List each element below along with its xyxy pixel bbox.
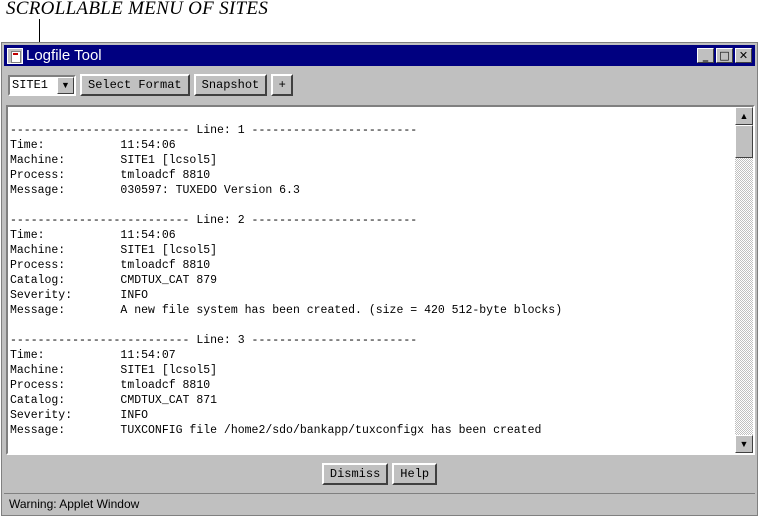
window-controls: _ □ ✕: [697, 48, 752, 63]
dialog-buttons: Dismiss Help: [2, 463, 757, 485]
log-line: Message: 030597: TUXEDO Version 6.3: [10, 184, 300, 197]
log-line: -------------------------- Line: 2 -----…: [10, 214, 418, 227]
window-title: Logfile Tool: [26, 47, 102, 64]
dismiss-button[interactable]: Dismiss: [321, 463, 389, 485]
log-line: Process: tmloadcf 8810: [10, 379, 211, 392]
logfile-tool-window: Logfile Tool _ □ ✕ SITE1 ▼ Select Format…: [1, 42, 758, 516]
help-button[interactable]: Help: [392, 463, 438, 485]
log-text: -------------------------- Line: 1 -----…: [10, 123, 562, 438]
log-line: Severity: INFO: [10, 289, 149, 302]
log-line: Machine: SITE1 [lcsol5]: [10, 244, 218, 257]
chevron-down-icon[interactable]: ▼: [57, 76, 74, 94]
minimize-button[interactable]: _: [697, 48, 714, 63]
log-line: Message: A new file system has been crea…: [10, 304, 563, 317]
site-select-value: SITE1: [12, 77, 49, 92]
site-select[interactable]: SITE1 ▼: [8, 74, 76, 96]
status-text: Warning: Applet Window: [9, 496, 140, 511]
vertical-scrollbar[interactable]: ▲ ▼: [735, 107, 753, 453]
log-line: -------------------------- Line: 1 -----…: [10, 124, 418, 137]
log-line: -------------------------- Line: 3 -----…: [10, 334, 418, 347]
snapshot-button[interactable]: Snapshot: [193, 74, 268, 96]
log-line: Time: 11:54:06: [10, 139, 176, 152]
select-format-button[interactable]: Select Format: [80, 74, 190, 96]
scroll-up-icon[interactable]: ▲: [735, 107, 753, 125]
log-line: Time: 11:54:06: [10, 229, 176, 242]
log-text-area[interactable]: -------------------------- Line: 1 -----…: [6, 105, 755, 455]
toolbar: SITE1 ▼ Select Format Snapshot +: [8, 73, 294, 97]
close-button[interactable]: ✕: [735, 48, 752, 63]
plus-button[interactable]: +: [271, 74, 294, 96]
log-line: Machine: SITE1 [lcsol5]: [10, 364, 218, 377]
scroll-thumb[interactable]: [735, 125, 753, 158]
log-line: Catalog: CMDTUX_CAT 871: [10, 394, 218, 407]
log-line: Process: tmloadcf 8810: [10, 259, 211, 272]
log-line: Severity: INFO: [10, 409, 149, 422]
log-line: Message: TUXCONFIG file /home2/sdo/banka…: [10, 424, 542, 437]
log-line: Catalog: CMDTUX_CAT 879: [10, 274, 218, 287]
status-bar: Warning: Applet Window: [4, 493, 755, 513]
app-icon: [7, 47, 23, 64]
log-line: Process: tmloadcf 8810: [10, 169, 211, 182]
log-line: Machine: SITE1 [lcsol5]: [10, 154, 218, 167]
annotation-caption: SCROLLABLE MENU OF SITES: [6, 0, 269, 19]
title-bar[interactable]: Logfile Tool _ □ ✕: [4, 45, 755, 66]
maximize-button[interactable]: □: [716, 48, 733, 63]
log-line: Time: 11:54:07: [10, 349, 176, 362]
scroll-down-icon[interactable]: ▼: [735, 435, 753, 453]
